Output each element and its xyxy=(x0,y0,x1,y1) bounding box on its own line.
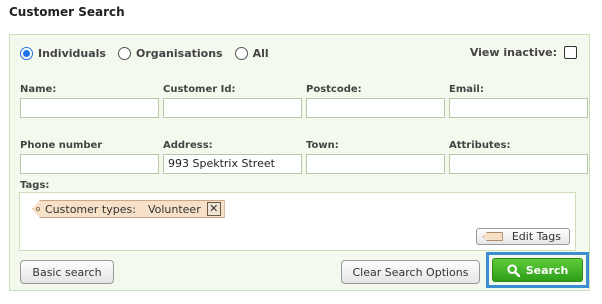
tags-box[interactable]: Customer types: Volunteer ✕ Edit Tags xyxy=(19,192,576,251)
tag-icon xyxy=(482,232,503,241)
address-input[interactable]: 993 Spektrix Street xyxy=(163,154,302,174)
customer-id-label: Customer Id: xyxy=(163,84,236,95)
town-label: Town: xyxy=(306,140,339,151)
phone-field-group: Phone number xyxy=(20,140,159,174)
basic-search-button[interactable]: Basic search xyxy=(20,260,114,284)
clear-search-label: Clear Search Options xyxy=(352,265,469,279)
tag-chip: Customer types: Volunteer ✕ xyxy=(32,200,225,218)
radio-organisations-label: Organisations xyxy=(135,47,223,60)
tag-value: Volunteer xyxy=(147,202,201,216)
radio-individuals[interactable]: Individuals xyxy=(20,47,106,60)
radio-individuals-label: Individuals xyxy=(38,47,106,60)
name-field-group: Name: xyxy=(20,84,159,118)
phone-label: Phone number xyxy=(20,140,103,151)
radio-all-label: All xyxy=(252,47,269,60)
customer-id-field-group: Customer Id: xyxy=(163,84,302,118)
radio-button-icon[interactable] xyxy=(234,47,248,60)
edit-tags-button[interactable]: Edit Tags xyxy=(475,228,570,245)
name-input[interactable] xyxy=(20,98,159,118)
tag-hole-icon xyxy=(36,207,40,211)
clear-search-options-button[interactable]: Clear Search Options xyxy=(341,260,480,284)
attributes-label: Attributes: xyxy=(449,140,511,151)
radio-button-icon[interactable] xyxy=(20,47,33,60)
view-inactive-label: View inactive: xyxy=(469,46,557,59)
postcode-input[interactable] xyxy=(306,98,445,118)
attributes-field-group: Attributes: xyxy=(449,140,588,174)
address-field-group: Address: 993 Spektrix Street xyxy=(163,140,302,174)
town-field-group: Town: xyxy=(306,140,445,174)
search-label: Search xyxy=(525,263,569,277)
postcode-field-group: Postcode: xyxy=(306,84,445,118)
attributes-input[interactable] xyxy=(449,154,588,174)
town-input[interactable] xyxy=(306,154,445,174)
radio-button-icon[interactable] xyxy=(117,47,131,60)
postcode-label: Postcode: xyxy=(306,84,362,95)
search-button[interactable]: Search xyxy=(492,258,583,282)
tag-type: Customer types: xyxy=(45,202,136,216)
page-title: Customer Search xyxy=(9,5,125,19)
close-icon[interactable]: ✕ xyxy=(206,202,221,216)
name-label: Name: xyxy=(20,84,57,95)
radio-organisations[interactable]: Organisations xyxy=(117,47,223,60)
search-button-highlight: Search xyxy=(486,252,589,288)
view-inactive-toggle: View inactive: xyxy=(470,46,577,59)
edit-tags-label: Edit Tags xyxy=(511,230,561,243)
email-input[interactable] xyxy=(449,98,588,118)
radio-all[interactable]: All xyxy=(234,47,269,60)
basic-search-label: Basic search xyxy=(32,265,102,279)
email-field-group: Email: xyxy=(449,84,588,118)
phone-input[interactable] xyxy=(20,154,159,174)
customer-type-radios: Individuals Organisations All xyxy=(20,47,281,60)
tags-label: Tags: xyxy=(20,180,50,191)
view-inactive-checkbox[interactable] xyxy=(564,46,577,59)
search-icon xyxy=(507,263,520,277)
customer-id-input[interactable] xyxy=(163,98,302,118)
email-label: Email: xyxy=(449,84,484,95)
address-label: Address: xyxy=(163,140,213,151)
search-panel: Individuals Organisations All View inact… xyxy=(9,34,590,291)
